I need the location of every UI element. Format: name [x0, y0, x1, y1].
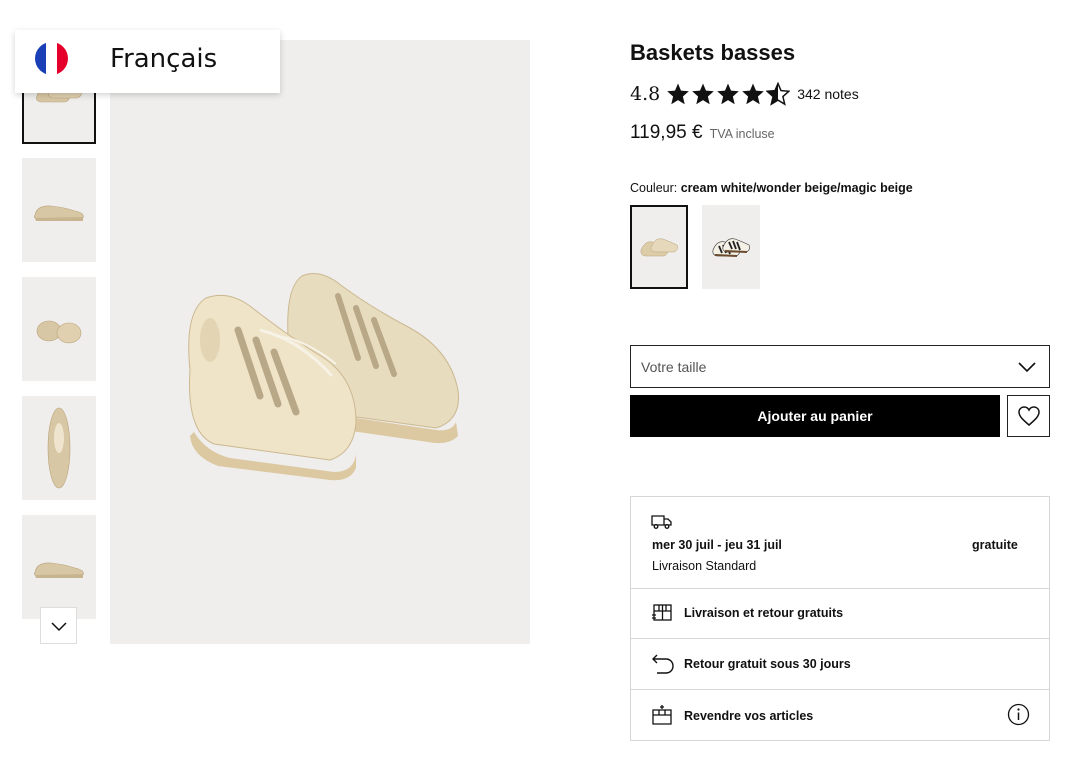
color-swatch-black[interactable]: [702, 205, 760, 289]
package-icon: [652, 604, 672, 621]
size-select-placeholder: Votre taille: [641, 358, 707, 375]
resell-label: Revendre vos articles: [684, 709, 814, 723]
main-product-image[interactable]: [110, 40, 530, 644]
delivery-price: gratuite: [972, 538, 1018, 552]
star-filled-icon: [742, 83, 765, 105]
price-tax-note: TVA incluse: [709, 127, 775, 141]
shoe-side-icon: [34, 205, 84, 221]
truck-icon: [651, 515, 672, 529]
color-label: Couleur:: [630, 181, 678, 195]
thumbnail-list: [22, 40, 96, 644]
free-delivery-returns-label: Livraison et retour gratuits: [684, 606, 844, 620]
heart-icon: [1017, 406, 1040, 426]
rating-stars: [666, 82, 791, 106]
shoe-top-icon: [47, 407, 71, 489]
thumbnail-3[interactable]: [22, 277, 96, 381]
star-half-icon: [766, 82, 791, 106]
return-arrow-icon: [652, 654, 674, 674]
resell-row[interactable]: Revendre vos articles: [631, 690, 1049, 740]
add-to-cart-button[interactable]: Ajouter au panier: [630, 395, 1000, 437]
wishlist-button[interactable]: [1007, 395, 1050, 437]
color-info: Couleur: cream white/wonder beige/magic …: [630, 181, 913, 195]
sneaker-pair-image: [188, 273, 460, 481]
star-filled-icon: [667, 83, 690, 105]
product-price: 119,95 € TVA incluse: [630, 122, 775, 144]
delivery-date: mer 30 juil - jeu 31 juil: [652, 538, 782, 552]
star-filled-icon: [692, 83, 715, 105]
chevron-down-icon: [50, 621, 67, 631]
language-label: Français: [110, 44, 218, 74]
france-flag-icon: [35, 42, 68, 75]
resell-box-icon: [652, 705, 672, 725]
shoe-pair-icon: [712, 238, 750, 257]
price-value: 119,95 €: [630, 122, 703, 143]
color-value: cream white/wonder beige/magic beige: [680, 181, 913, 195]
thumbnail-5[interactable]: [22, 515, 96, 619]
shoe-pair-icon: [640, 238, 678, 257]
delivery-panel: mer 30 juil - jeu 31 juil gratuite Livra…: [630, 496, 1050, 741]
thumbnail-2[interactable]: [22, 158, 96, 262]
shoe-back-icon: [36, 320, 82, 344]
delivery-standard-row: mer 30 juil - jeu 31 juil gratuite Livra…: [631, 497, 1049, 589]
product-title: Baskets basses: [630, 40, 796, 65]
thumbnail-scroll-button[interactable]: [40, 607, 77, 644]
star-filled-icon: [717, 83, 740, 105]
free-delivery-returns-row[interactable]: Livraison et retour gratuits: [631, 589, 1049, 639]
size-select[interactable]: Votre taille: [630, 345, 1050, 388]
info-icon[interactable]: [1007, 703, 1030, 726]
free-return-row[interactable]: Retour gratuit sous 30 jours: [631, 639, 1049, 690]
language-selector[interactable]: Français: [15, 30, 280, 93]
chevron-down-icon: [1018, 362, 1036, 373]
rating-count: 342 notes: [797, 86, 859, 102]
rating-value: 4.8: [630, 83, 661, 105]
shoe-side-icon: [34, 562, 84, 578]
delivery-method: Livraison Standard: [652, 559, 757, 573]
product-rating[interactable]: 4.8 342 notes: [630, 82, 859, 106]
thumbnail-4[interactable]: [22, 396, 96, 500]
free-return-label: Retour gratuit sous 30 jours: [684, 657, 851, 671]
color-swatch-cream[interactable]: [630, 205, 688, 289]
